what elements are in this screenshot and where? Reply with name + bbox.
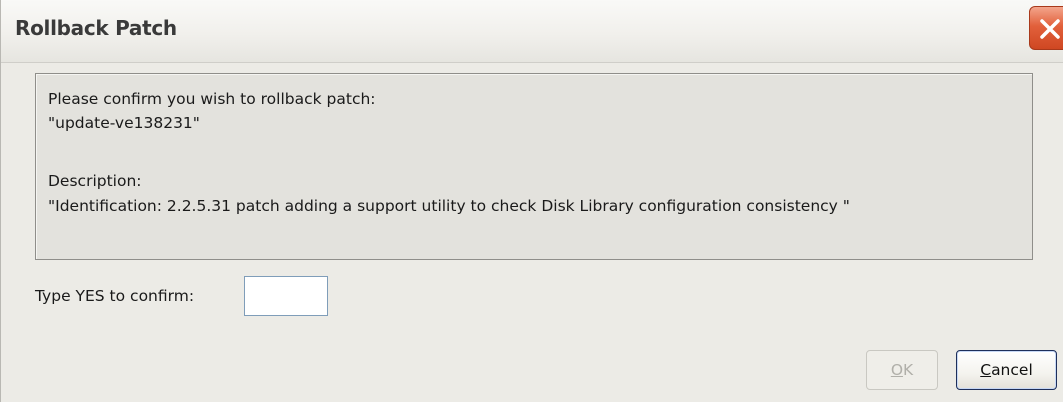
title-bar[interactable]: Rollback Patch [1, 0, 1063, 63]
ok-mnemonic: O [890, 361, 904, 379]
rollback-patch-dialog: Rollback Patch Please confirm you wish t… [0, 0, 1063, 402]
description-text: "Identification: 2.2.5.31 patch adding a… [48, 197, 850, 215]
ok-label-rest: K [903, 361, 914, 379]
close-icon [1040, 19, 1060, 39]
message-panel: Please confirm you wish to rollback patc… [35, 73, 1033, 260]
description-label: Description: [48, 172, 142, 190]
confirm-message: Please confirm you wish to rollback patc… [48, 90, 376, 108]
dialog-title: Rollback Patch [15, 16, 177, 40]
cancel-button[interactable]: Cancel [956, 350, 1057, 390]
confirm-input[interactable] [244, 276, 328, 316]
close-button[interactable] [1029, 6, 1063, 50]
cancel-mnemonic: C [980, 361, 992, 379]
confirm-label: Type YES to confirm: [35, 287, 195, 305]
cancel-label-rest: ancel [991, 361, 1033, 379]
ok-button[interactable]: OK [866, 350, 938, 390]
patch-name: "update-ve138231" [48, 114, 200, 132]
